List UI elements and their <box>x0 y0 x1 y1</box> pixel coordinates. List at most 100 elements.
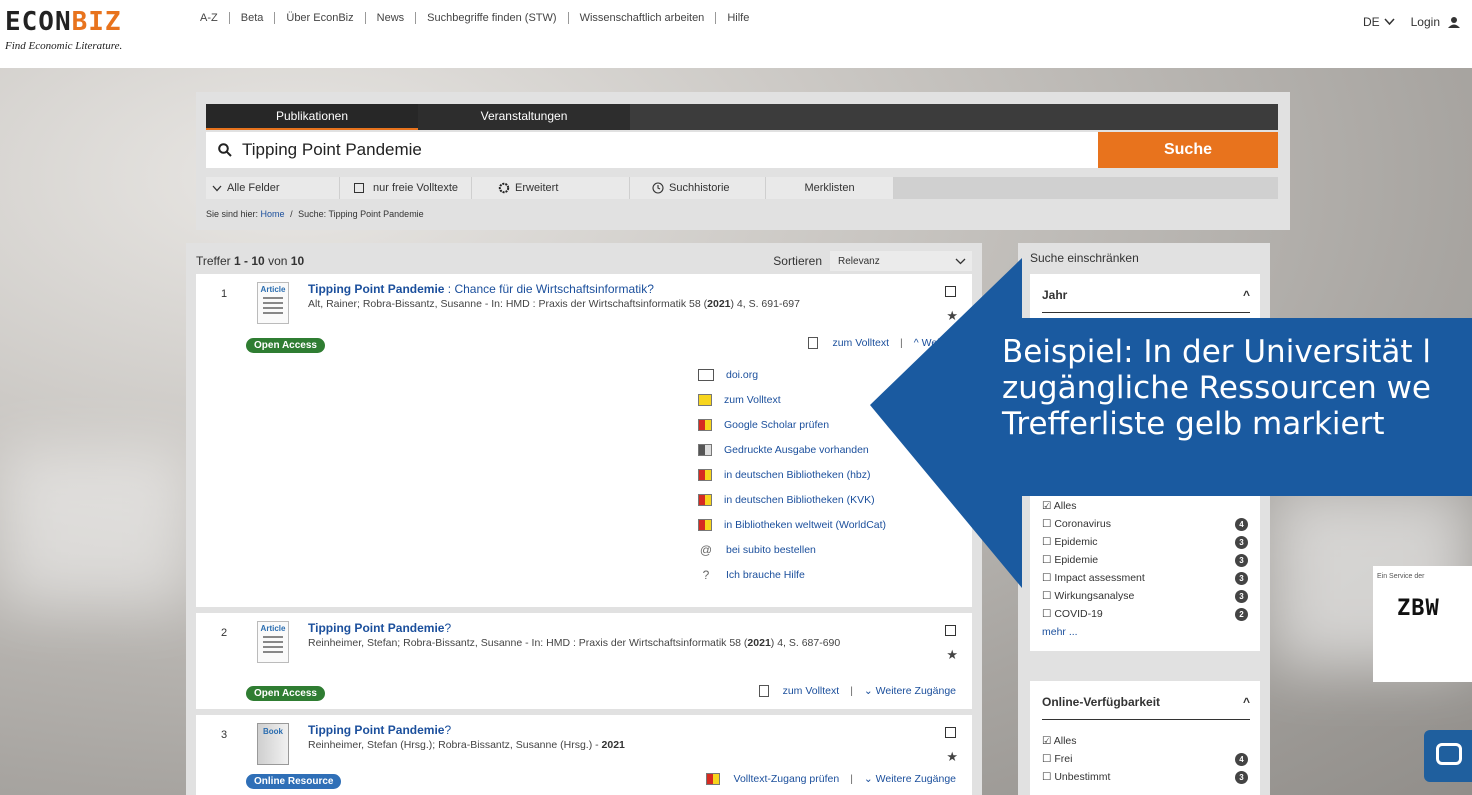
red-yellow-square-icon <box>698 468 712 481</box>
access-link[interactable]: Google Scholar prüfen <box>698 412 886 437</box>
star-icon[interactable]: ★ <box>946 308 958 324</box>
sort-select[interactable]: Relevanz <box>830 251 972 271</box>
gear-icon <box>498 182 510 194</box>
breadcrumb-home-link[interactable]: Home <box>261 209 285 219</box>
nav-academic-work[interactable]: Wissenschaftlich arbeiten <box>567 12 716 24</box>
facet-option[interactable]: ☐ Frei 4 <box>1030 750 1260 768</box>
access-link[interactable]: zum Volltext <box>698 387 886 412</box>
access-link[interactable]: in Bibliotheken weltweit (WorldCat) <box>698 512 886 537</box>
result-title-link[interactable]: Tipping Point Pandemie : Chance für die … <box>308 282 654 296</box>
facet-option[interactable]: ☐ Unbestimmt 3 <box>1030 768 1260 786</box>
fulltext-link[interactable]: zum Volltext <box>783 685 840 697</box>
fields-dropdown[interactable]: Alle Felder <box>206 177 340 199</box>
search-panel: Publikationen Veranstaltungen Suche Alle… <box>196 92 1290 230</box>
select-checkbox[interactable] <box>945 286 956 297</box>
result-card: 2 Article Tipping Point Pandemie? Reinhe… <box>196 613 972 709</box>
clock-icon <box>652 182 664 194</box>
result-meta: Reinheimer, Stefan (Hrsg.); Robra-Bissan… <box>308 739 625 751</box>
econbiz-logo[interactable]: ECONBIZ Find Economic Literature. <box>5 8 122 52</box>
access-link[interactable]: in deutschen Bibliotheken (hbz) <box>698 462 886 487</box>
facet-more-link[interactable]: mehr ... <box>1030 623 1260 641</box>
facet-year[interactable]: Jahr ^ <box>1030 274 1260 322</box>
facet-option[interactable]: ☑ Alles <box>1030 497 1260 515</box>
language-selector[interactable]: DE <box>1363 15 1395 29</box>
free-fulltext-checkbox[interactable]: nur freie Volltexte <box>340 177 472 199</box>
result-meta: Alt, Rainer; Robra-Bissantz, Susanne - I… <box>308 298 800 310</box>
nav-a-z[interactable]: A-Z <box>200 12 229 24</box>
access-link[interactable]: ? Ich brauche Hilfe <box>698 562 886 587</box>
search-row: Suche <box>206 132 1278 168</box>
fulltext-link[interactable]: zum Volltext <box>832 337 889 349</box>
select-checkbox[interactable] <box>945 727 956 738</box>
tab-publications[interactable]: Publikationen <box>206 104 418 130</box>
tab-events[interactable]: Veranstaltungen <box>418 104 630 130</box>
nav-beta[interactable]: Beta <box>228 12 275 24</box>
chevron-down-icon <box>955 258 966 264</box>
sort-control: Sortieren Relevanz <box>773 251 972 271</box>
user-icon <box>1448 17 1460 28</box>
watchlists-button[interactable]: Merklisten <box>766 177 894 199</box>
results-panel: Treffer 1 - 10 von 10 Sortieren Relevanz… <box>186 243 982 795</box>
star-icon[interactable]: ★ <box>946 647 958 663</box>
open-access-badge: Open Access <box>246 686 325 701</box>
access-link[interactable]: @ bei subito bestellen <box>698 537 886 562</box>
result-title-link[interactable]: Tipping Point Pandemie? <box>308 723 451 737</box>
yellow-square-icon <box>698 393 712 406</box>
facet-subject-list: ☑ Alles ☐ Coronavirus 4 ☐ Epidemic 3 ☐ Epi… <box>1030 473 1260 651</box>
access-link[interactable]: doi.org <box>698 362 886 387</box>
result-card: 1 Article Tipping Point Pandemie : Chanc… <box>196 274 982 607</box>
nav-about[interactable]: Über EconBiz <box>274 12 364 24</box>
header-actions: DE Login <box>1363 15 1460 29</box>
results-header: Treffer 1 - 10 von 10 Sortieren Relevanz <box>196 251 972 271</box>
select-checkbox[interactable] <box>945 625 956 636</box>
chevron-down-icon <box>212 185 222 191</box>
chat-button[interactable] <box>1424 730 1472 782</box>
result-card: 3 Book Tipping Point Pandemie? Reinheime… <box>196 715 972 795</box>
more-access-toggle[interactable]: ⌄ Weitere Zugänge <box>864 773 956 785</box>
red-yellow-square-icon <box>698 518 712 531</box>
facet-option[interactable]: ☐ Impact assessment 3 <box>1030 569 1260 587</box>
search-history-button[interactable]: Suchhistorie <box>630 177 766 199</box>
check-fulltext-link[interactable]: Volltext-Zugang prüfen <box>734 773 840 785</box>
online-resource-badge: Online Resource <box>246 774 342 789</box>
advanced-search-button[interactable]: Erweitert <box>472 177 630 199</box>
access-options: Volltext-Zugang prüfen | ⌄ Weitere Zugän… <box>705 773 956 785</box>
checkbox-icon <box>354 183 364 193</box>
nav-news[interactable]: News <box>364 12 416 24</box>
top-header: ECONBIZ Find Economic Literature. A-Z Be… <box>0 0 1472 68</box>
facet-option[interactable]: ☐ Coronavirus 4 <box>1030 515 1260 533</box>
facet-option[interactable]: ☐ COVID-19 2 <box>1030 605 1260 623</box>
zbw-service-box[interactable]: Ein Service der ZBW <box>1373 566 1472 682</box>
facet-option[interactable]: ☑ Alles <box>1030 732 1260 750</box>
book-icon: Book <box>257 723 289 765</box>
star-icon[interactable]: ★ <box>946 749 958 765</box>
chevron-down-icon <box>1384 18 1395 26</box>
nav-help[interactable]: Hilfe <box>715 12 760 24</box>
search-button[interactable]: Suche <box>1098 132 1278 168</box>
login-link[interactable]: Login <box>1411 15 1460 29</box>
more-access-toggle[interactable]: ^ Weitere Zugänge <box>914 337 982 349</box>
red-yellow-square-icon <box>698 493 712 506</box>
nav-stw[interactable]: Suchbegriffe finden (STW) <box>415 12 567 24</box>
facet-online-header[interactable]: Online-Verfügbarkeit ^ <box>1030 681 1260 709</box>
grey-square-icon <box>698 443 712 456</box>
facet-option[interactable]: ☐ Epidemie 3 <box>1030 551 1260 569</box>
access-link[interactable]: in deutschen Bibliotheken (KVK) <box>698 487 886 512</box>
access-link[interactable]: Gedruckte Ausgabe vorhanden <box>698 437 886 462</box>
more-access-toggle[interactable]: ⌄ Weitere Zugänge <box>864 685 956 697</box>
question-icon: ? <box>702 567 710 582</box>
access-options: zum Volltext | ^ Weitere Zugänge <box>808 337 982 349</box>
chevron-up-icon: ^ <box>1242 695 1250 709</box>
result-title-link[interactable]: Tipping Point Pandemie? <box>308 621 451 635</box>
facet-option[interactable]: ☐ Epidemic 3 <box>1030 533 1260 551</box>
facet-option[interactable]: ☐ Wirkungsanalyse 3 <box>1030 587 1260 605</box>
chat-icon <box>1436 743 1462 765</box>
breadcrumb: Sie sind hier: Home / Suche: Tipping Poi… <box>206 209 424 219</box>
facets-title: Suche einschränken <box>1030 251 1139 265</box>
search-input[interactable] <box>242 140 1082 160</box>
document-icon <box>698 368 714 381</box>
search-icon <box>218 143 232 157</box>
article-icon: Article <box>257 621 289 663</box>
document-icon <box>808 337 819 349</box>
at-icon: @ <box>699 542 713 557</box>
